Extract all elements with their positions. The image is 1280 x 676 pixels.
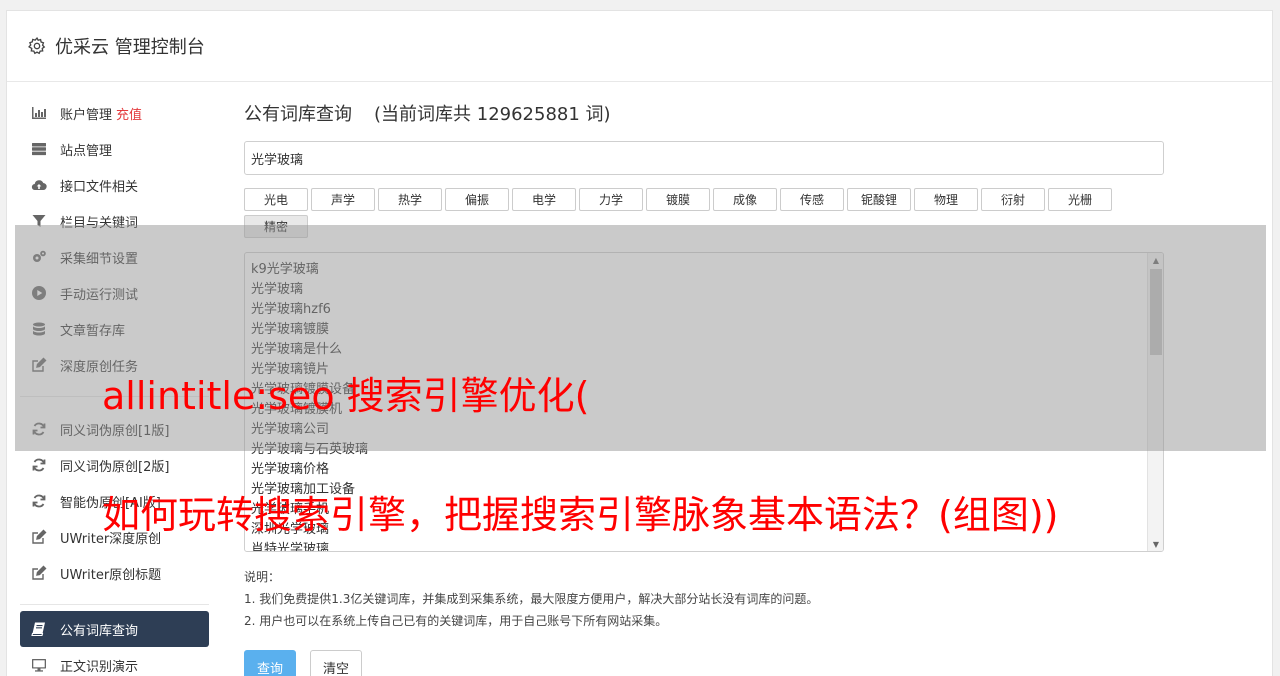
sidebar-item-label: 正文识别演示 — [60, 659, 139, 675]
sidebar-item-synonym-v2[interactable]: 同义词伪原创[2版] — [20, 447, 209, 483]
scroll-down-arrow-icon[interactable]: ▼ — [1148, 537, 1163, 551]
recharge-link[interactable]: 充值 — [116, 104, 142, 123]
monitor-icon — [30, 657, 48, 673]
list-item[interactable]: 肖特光学玻璃 — [251, 540, 368, 551]
page-title-text: 公有词库查询 — [244, 104, 352, 125]
clear-button[interactable]: 清空 — [310, 650, 363, 676]
tag-button[interactable]: 热学 — [378, 188, 442, 211]
tag-button[interactable]: 光栅 — [1048, 188, 1112, 211]
tag-button[interactable]: 光电 — [244, 188, 308, 211]
tag-button[interactable]: 衍射 — [981, 188, 1045, 211]
notes: 说明： 1. 我们免费提供1.3亿关键词库，并集成到采集系统，最大限度方便用户，… — [244, 566, 1164, 632]
cloud-upload-icon — [30, 177, 48, 193]
book-icon — [30, 621, 48, 637]
edit-icon — [30, 529, 48, 545]
tag-button[interactable]: 镀膜 — [646, 188, 710, 211]
sidebar-divider — [20, 604, 209, 605]
sidebar-item-public-lexicon[interactable]: 公有词库查询 — [20, 611, 209, 647]
sidebar-item-interface-files[interactable]: 接口文件相关 — [20, 167, 209, 203]
keyword-search-input[interactable] — [244, 141, 1164, 175]
notes-line: 1. 我们免费提供1.3亿关键词库，并集成到采集系统，最大限度方便用户，解决大部… — [244, 592, 819, 606]
refresh-icon — [30, 493, 48, 509]
sidebar-item-uwriter-title[interactable]: UWriter原创标题 — [20, 555, 209, 591]
tag-button[interactable]: 声学 — [311, 188, 375, 211]
app-title: 优采云 管理控制台 — [55, 37, 205, 58]
edit-icon — [30, 565, 48, 581]
gear-icon — [28, 36, 46, 55]
tag-button[interactable]: 传感 — [780, 188, 844, 211]
sidebar-item-label: 接口文件相关 — [60, 179, 139, 195]
sidebar-item-label: 账户管理 — [60, 107, 113, 123]
tag-button[interactable]: 偏振 — [445, 188, 509, 211]
sidebar-item-label: 同义词伪原创[2版] — [60, 459, 170, 475]
notes-heading: 说明： — [244, 570, 281, 584]
page-title: 公有词库查询 (当前词库共 129625881 词) — [244, 95, 1164, 135]
sidebar-item-sites[interactable]: 站点管理 — [20, 131, 209, 167]
watermark-text: 如何玩转搜索引擎，把握搜索引擎脉象基本语法？(组图)) — [102, 493, 1059, 537]
list-item[interactable]: 光学玻璃价格 — [251, 460, 368, 480]
header: 优采云 管理控制台 — [7, 11, 1272, 82]
server-icon — [30, 141, 48, 157]
watermark-text: allintitle:seo 搜索引擎优化( — [102, 374, 590, 418]
tag-button[interactable]: 成像 — [713, 188, 777, 211]
tag-button[interactable]: 物理 — [914, 188, 978, 211]
notes-line: 2. 用户也可以在系统上传自己已有的关键词库，用于自己账号下所有网站采集。 — [244, 614, 668, 628]
lexicon-count: (当前词库共 129625881 词) — [374, 104, 611, 125]
tag-button[interactable]: 电学 — [512, 188, 576, 211]
action-buttons: 查询 清空 — [244, 650, 1164, 676]
sidebar-item-account[interactable]: 账户管理 充值 — [20, 95, 209, 131]
sidebar-item-label: 站点管理 — [60, 143, 113, 159]
tag-button[interactable]: 铌酸锂 — [847, 188, 911, 211]
refresh-icon — [30, 457, 48, 473]
tag-button[interactable]: 力学 — [579, 188, 643, 211]
sidebar-item-text-recognition[interactable]: 正文识别演示 — [20, 647, 209, 676]
sidebar-item-label: UWriter原创标题 — [60, 567, 162, 583]
sidebar-item-label: 公有词库查询 — [60, 623, 139, 639]
query-button[interactable]: 查询 — [244, 650, 297, 676]
bar-chart-icon — [30, 105, 48, 121]
